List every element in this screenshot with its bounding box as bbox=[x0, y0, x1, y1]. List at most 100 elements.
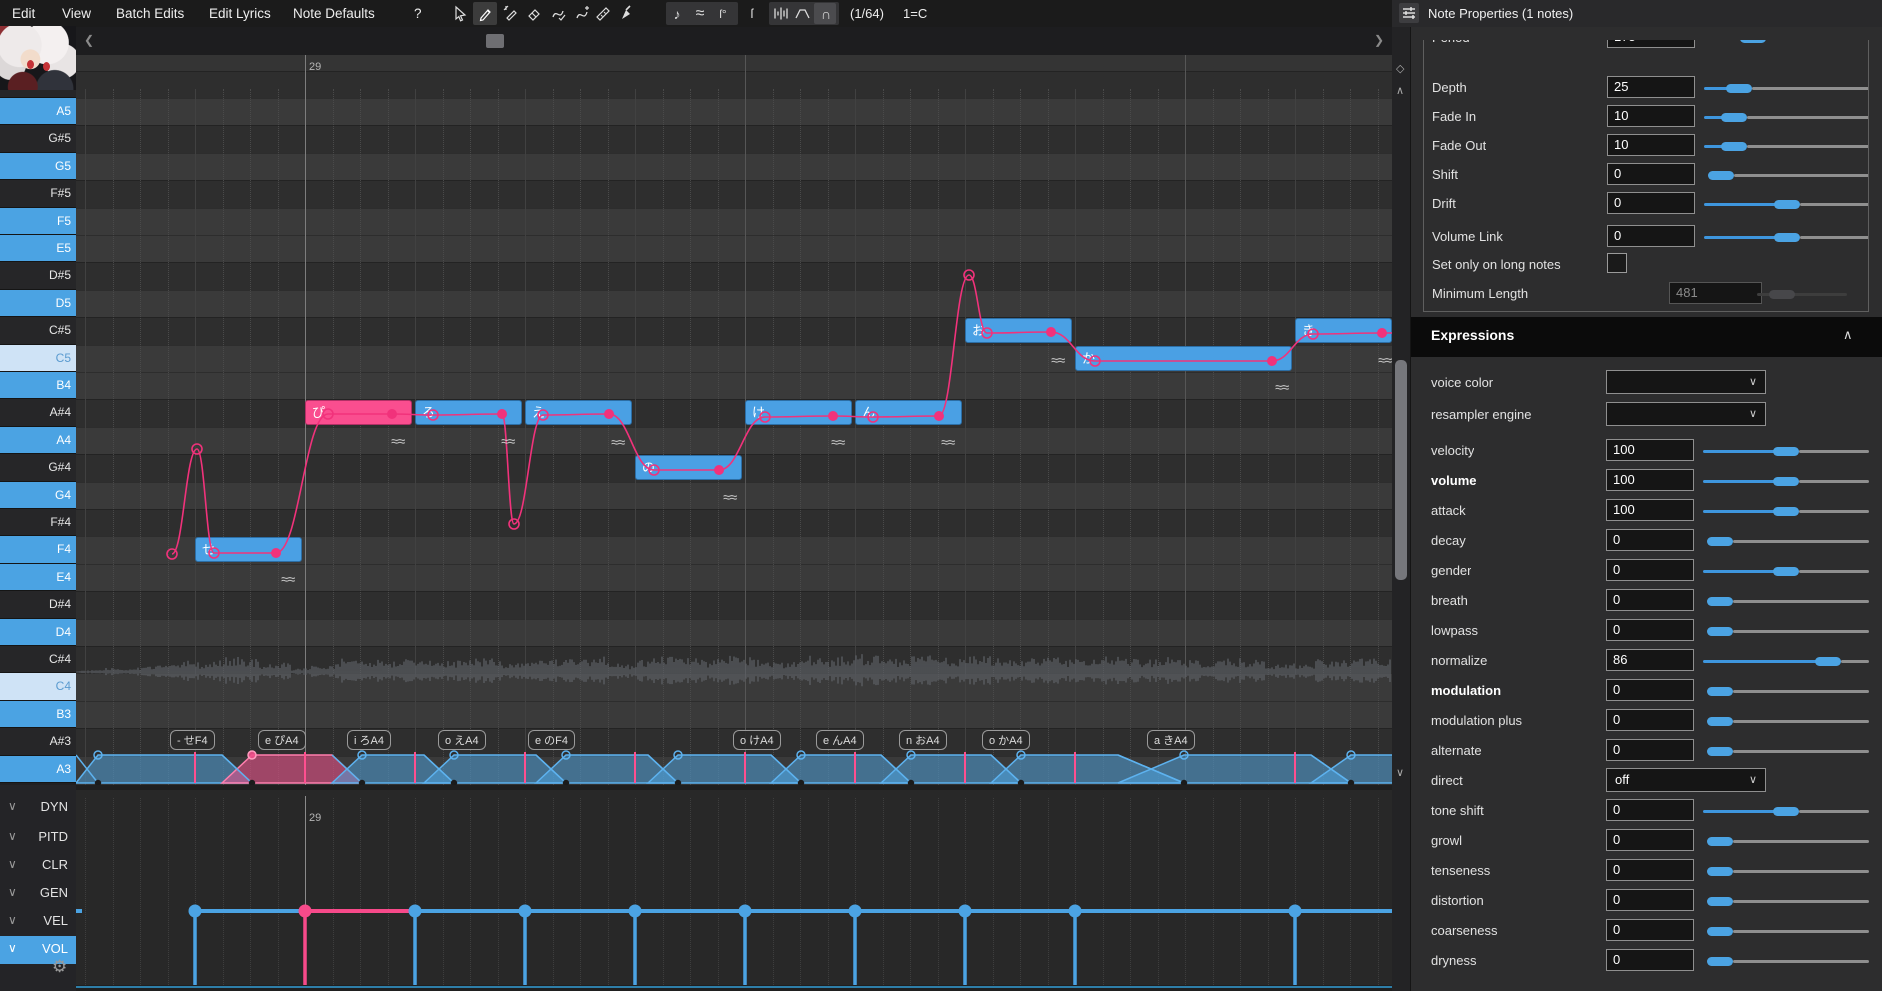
vibrato-marker-icon[interactable]: ≈≈ bbox=[831, 434, 844, 450]
slider-thumb[interactable] bbox=[1773, 507, 1799, 516]
collapse-up-icon[interactable]: ∧ bbox=[1396, 84, 1404, 97]
slider-thumb[interactable] bbox=[1773, 447, 1799, 456]
slider-thumb[interactable] bbox=[1707, 837, 1733, 846]
scroll-right-icon[interactable]: ❯ bbox=[1374, 33, 1384, 47]
slider-thumb[interactable] bbox=[1773, 567, 1799, 576]
piano-key-a5[interactable]: A5 bbox=[0, 98, 76, 125]
slider-thumb[interactable] bbox=[1726, 84, 1752, 93]
slider-track[interactable] bbox=[1800, 236, 1869, 239]
vibrato-marker-icon[interactable]: ≈≈ bbox=[1051, 352, 1064, 368]
property-value-input[interactable]: 0 bbox=[1607, 163, 1695, 185]
piano-key-g#5[interactable]: G#5 bbox=[0, 125, 76, 152]
slider-track[interactable] bbox=[1733, 930, 1869, 933]
piano-key-f#4[interactable]: F#4 bbox=[0, 509, 76, 536]
property-value-input[interactable]: 0 bbox=[1606, 829, 1694, 851]
pen-line-icon[interactable] bbox=[498, 2, 522, 25]
pitch-curve-svg[interactable] bbox=[76, 55, 1392, 785]
slider-thumb[interactable] bbox=[1721, 113, 1747, 122]
bottom-scrollbar-line[interactable] bbox=[76, 986, 1392, 988]
eraser-icon[interactable] bbox=[521, 2, 545, 25]
slider-track[interactable] bbox=[1733, 960, 1869, 963]
property-value-input[interactable]: 0 bbox=[1607, 225, 1695, 247]
slider-track[interactable] bbox=[1841, 660, 1869, 663]
slider-track-filled[interactable] bbox=[1703, 660, 1828, 663]
slider-track[interactable] bbox=[1799, 570, 1869, 573]
slider-thumb[interactable] bbox=[1773, 807, 1799, 816]
long-notes-checkbox[interactable] bbox=[1607, 253, 1627, 273]
expression-curve-panel[interactable]: 29 bbox=[76, 790, 1392, 985]
slider-thumb[interactable] bbox=[1773, 477, 1799, 486]
envelope-icon[interactable] bbox=[790, 2, 814, 25]
slider-thumb[interactable] bbox=[1707, 717, 1733, 726]
slider-track[interactable] bbox=[1733, 840, 1869, 843]
expressions-header[interactable]: Expressions∧ bbox=[1411, 317, 1882, 357]
vibrato-icon[interactable]: ≈ bbox=[688, 2, 712, 25]
piano-key-a#3[interactable]: A#3 bbox=[0, 728, 76, 755]
property-value-input[interactable]: 86 bbox=[1606, 649, 1694, 671]
property-value-input[interactable]: 0 bbox=[1606, 619, 1694, 641]
slider-track[interactable] bbox=[1733, 630, 1869, 633]
slider-track[interactable] bbox=[1752, 87, 1869, 90]
expression-track-gen[interactable]: ∨GEN bbox=[0, 880, 76, 908]
menu-item-?[interactable]: ? bbox=[414, 0, 422, 27]
slider-track[interactable] bbox=[1733, 600, 1869, 603]
step-icon[interactable]: ſ bbox=[740, 2, 764, 25]
property-value-input[interactable]: 0 bbox=[1606, 739, 1694, 761]
vibrato-marker-icon[interactable]: ≈≈ bbox=[1275, 379, 1288, 395]
expand-down-icon[interactable]: ∨ bbox=[1396, 766, 1404, 779]
slider-thumb[interactable] bbox=[1707, 627, 1733, 636]
expression-track-vel[interactable]: ∨VEL bbox=[0, 908, 76, 936]
expression-track-dyn[interactable]: ∨DYN bbox=[0, 794, 76, 822]
cursor-icon[interactable] bbox=[448, 2, 472, 25]
piano-key-g#4[interactable]: G#4 bbox=[0, 454, 76, 481]
property-value-input[interactable]: 0 bbox=[1607, 192, 1695, 214]
chevron-up-icon[interactable]: ∧ bbox=[1843, 327, 1853, 343]
horizontal-scrollbar-thumb[interactable] bbox=[486, 34, 504, 48]
piano-key-c#4[interactable]: C#4 bbox=[0, 646, 76, 673]
slider-thumb[interactable] bbox=[1708, 171, 1734, 180]
piano-key-d#4[interactable]: D#4 bbox=[0, 591, 76, 618]
property-value-input[interactable]: 10 bbox=[1607, 105, 1695, 127]
piano-key-d4[interactable]: D4 bbox=[0, 619, 76, 646]
property-value-input[interactable]: 25 bbox=[1607, 76, 1695, 98]
slider-thumb[interactable] bbox=[1707, 597, 1733, 606]
slider-track[interactable] bbox=[1799, 510, 1869, 513]
slider-track[interactable] bbox=[1733, 720, 1869, 723]
vertical-scrollbar-thumb[interactable] bbox=[1395, 360, 1407, 580]
property-value-input[interactable]: 0 bbox=[1606, 529, 1694, 551]
slider-track[interactable] bbox=[1733, 870, 1869, 873]
piano-key-d5[interactable]: D5 bbox=[0, 290, 76, 317]
slider-thumb[interactable] bbox=[1707, 957, 1733, 966]
slider-track[interactable] bbox=[1733, 900, 1869, 903]
piano-key-b4[interactable]: B4 bbox=[0, 372, 76, 399]
slider-thumb[interactable] bbox=[1707, 687, 1733, 696]
piano-key-e5[interactable]: E5 bbox=[0, 235, 76, 262]
slider-track[interactable] bbox=[1733, 540, 1869, 543]
piano-key-c5[interactable]: C5 bbox=[0, 345, 76, 372]
piano-key-a4[interactable]: A4 bbox=[0, 427, 76, 454]
slider-thumb[interactable] bbox=[1740, 40, 1766, 43]
vibrato-marker-icon[interactable]: ≈≈ bbox=[501, 433, 514, 449]
portamento-icon[interactable]: ſ° bbox=[711, 2, 735, 25]
arch-icon[interactable]: ∩ bbox=[814, 2, 838, 25]
piano-key-d#5[interactable]: D#5 bbox=[0, 262, 76, 289]
property-value-input[interactable]: 100 bbox=[1606, 439, 1694, 461]
slider-thumb[interactable] bbox=[1707, 537, 1733, 546]
property-value-input[interactable]: 0 bbox=[1606, 859, 1694, 881]
piano-key-f5[interactable]: F5 bbox=[0, 208, 76, 235]
menu-item-note-defaults[interactable]: Note Defaults bbox=[293, 0, 375, 27]
menu-item-edit-lyrics[interactable]: Edit Lyrics bbox=[209, 0, 271, 27]
slider-track[interactable] bbox=[1733, 690, 1869, 693]
waveform-icon[interactable] bbox=[768, 2, 792, 25]
property-value-input[interactable]: 0 bbox=[1606, 919, 1694, 941]
piano-keyboard[interactable]: A#5A5G#5G5F#5F5E5D#5D5C#5C5B4A#4A4G#4G4F… bbox=[0, 55, 76, 785]
horizontal-scroll-strip[interactable]: ❮ ❯ bbox=[0, 27, 1392, 55]
property-value-input[interactable]: 0 bbox=[1606, 709, 1694, 731]
property-value-input[interactable]: 0 bbox=[1606, 589, 1694, 611]
property-value-input[interactable]: 0 bbox=[1606, 949, 1694, 971]
property-value-input[interactable]: 0 bbox=[1606, 799, 1694, 821]
piano-key-g4[interactable]: G4 bbox=[0, 482, 76, 509]
singer-avatar[interactable] bbox=[0, 26, 76, 90]
piano-key-f4[interactable]: F4 bbox=[0, 536, 76, 563]
slider-track[interactable] bbox=[1747, 116, 1869, 119]
